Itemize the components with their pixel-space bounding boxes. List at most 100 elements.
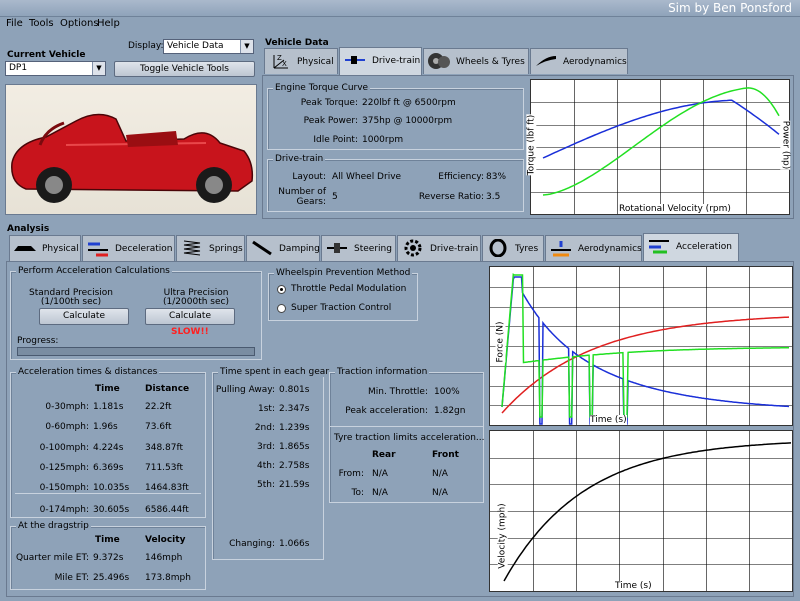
chevron-down-icon[interactable]: ▼ <box>92 62 105 75</box>
gear-icon <box>401 239 425 257</box>
changing-label: Changing: <box>229 539 275 549</box>
dragstrip-group: At the dragstrip Time Velocity Quarter m… <box>10 521 206 590</box>
mile-time: 25.496s <box>93 573 130 583</box>
peak-accel-label: Peak acceleration: <box>345 406 428 416</box>
force-graph-xlabel: Time (s) <box>590 415 627 425</box>
toggle-vehicle-tools-button[interactable]: Toggle Vehicle Tools <box>114 61 255 77</box>
min-throttle-label: Min. Throttle: <box>367 387 428 397</box>
vehicle-select[interactable]: DP1 ▼ <box>5 61 106 76</box>
drive-force-curve <box>501 276 790 425</box>
divider <box>330 426 483 427</box>
menu-tools[interactable]: Tools <box>29 18 54 29</box>
peak-power-label: Peak Power: <box>303 116 358 126</box>
an-tab-steering-label: Steering <box>354 244 392 254</box>
super-traction-radio[interactable] <box>277 304 286 313</box>
menu-options[interactable]: Options <box>60 18 99 29</box>
super-traction-label[interactable]: Super Traction Control <box>291 303 391 313</box>
tyre-from-label: From: <box>338 469 364 479</box>
torque-graph: Rotational Velocity (rpm) Torque (lbf ft… <box>526 79 791 215</box>
an-tab-aerodynamics[interactable]: Aerodynamics <box>545 235 642 261</box>
accel-times-title: Acceleration times & distances <box>16 367 160 377</box>
velocity-graph: Time (s) Velocity (mph) <box>489 430 793 592</box>
drag-header-velocity: Velocity <box>145 535 186 545</box>
an-tab-tyres[interactable]: Tyres <box>482 235 544 261</box>
traction-force-curve <box>501 273 789 418</box>
vd-tab-wheels[interactable]: Wheels & Tyres <box>423 48 529 74</box>
window-title: Sim by Ben Ponsford <box>668 1 792 15</box>
calculate-standard-button[interactable]: Calculate <box>39 308 129 325</box>
accel-row-distance: 348.87ft <box>145 443 184 453</box>
an-tab-springs[interactable]: Springs <box>176 235 245 261</box>
an-tab-acceleration[interactable]: Acceleration <box>643 233 739 261</box>
velocity-curve <box>503 442 792 582</box>
accel-row-time: 6.369s <box>93 463 124 473</box>
throttle-modulation-label[interactable]: Throttle Pedal Modulation <box>291 284 406 294</box>
progress-label: Progress: <box>17 336 59 346</box>
accel-header-distance: Distance <box>145 384 190 394</box>
quarter-mile-label: Quarter mile ET: <box>15 553 89 563</box>
an-tab-steering[interactable]: Steering <box>321 235 396 261</box>
torque-graph-ylabel-right: Power (hp) <box>780 120 791 170</box>
current-vehicle-label: Current Vehicle <box>7 50 86 60</box>
an-tab-drivetrain[interactable]: Drive-train <box>397 235 481 261</box>
efficiency-label: Efficiency: <box>438 172 484 182</box>
force-graph: Time (s) Force (N) <box>489 266 793 426</box>
gear-row-value: 21.59s <box>279 480 310 490</box>
gears-value: 5 <box>332 192 338 202</box>
dragstrip-title: At the dragstrip <box>16 521 91 531</box>
display-select[interactable]: Vehicle Data ▼ <box>163 39 254 54</box>
tyre-icon <box>427 52 451 70</box>
display-label: Display: <box>128 41 164 51</box>
slow-warning: SLOW!! <box>171 327 209 337</box>
damper-icon <box>250 239 274 257</box>
gears-label-1: Number of <box>278 187 326 197</box>
an-tab-physical[interactable]: Physical <box>9 235 81 261</box>
peak-torque-value: 220lbf ft @ 6500rpm <box>362 98 456 108</box>
traction-group: Traction information Min. Throttle: 100%… <box>329 367 485 503</box>
accel-row-time: 10.035s <box>93 483 130 493</box>
drag-force-curve <box>501 316 790 414</box>
gear-row-label: 1st: <box>258 404 275 414</box>
an-tab-deceleration[interactable]: Deceleration <box>82 235 175 261</box>
axes-icon: ZX <box>268 52 292 70</box>
vd-tab-drivetrain[interactable]: Drive-train <box>339 47 422 75</box>
accel-row-distance: 73.6ft <box>145 422 172 432</box>
menu-help[interactable]: Help <box>97 18 120 29</box>
accel-row-time: 1.181s <box>93 402 124 412</box>
analysis-heading: Analysis <box>7 224 50 234</box>
vd-tab-physical[interactable]: ZX Physical <box>264 48 338 74</box>
gear-row-label: 2nd: <box>254 423 275 433</box>
chevron-down-icon[interactable]: ▼ <box>240 40 253 53</box>
gear-row-value: 0.801s <box>279 385 310 395</box>
gear-row-label: Pulling Away: <box>215 385 275 395</box>
quarter-mile-time: 9.372s <box>93 553 124 563</box>
accel-row-label: 0-174mph: <box>39 505 89 515</box>
an-tab-deceleration-label: Deceleration <box>115 244 173 254</box>
an-tab-damping[interactable]: Damping <box>246 235 320 261</box>
peak-accel-value: 1.82gn <box>434 406 466 416</box>
torque-curve <box>542 99 780 159</box>
calc-group: Perform Acceleration Calculations Standa… <box>10 266 262 360</box>
tyre-header-front: Front <box>432 450 459 460</box>
tyre-from-rear: N/A <box>372 469 388 479</box>
tyre-from-front: N/A <box>432 469 448 479</box>
accel-times-group: Acceleration times & distances Time Dist… <box>10 367 206 518</box>
calculate-ultra-button[interactable]: Calculate <box>145 308 235 325</box>
ultra-precision-sub: (1/2000th sec) <box>163 297 229 307</box>
traction-title: Traction information <box>335 367 430 377</box>
velocity-graph-ylabel: Velocity (mph) <box>497 503 508 569</box>
car-silhouette-icon <box>13 239 37 257</box>
engine-torque-title: Engine Torque Curve <box>273 83 371 93</box>
drag-header-time: Time <box>95 535 120 545</box>
menu-file[interactable]: File <box>6 18 23 29</box>
accel-row-label: 0-30mph: <box>45 402 89 412</box>
throttle-modulation-radio[interactable] <box>277 285 286 294</box>
mile-velocity: 173.8mph <box>145 573 191 583</box>
progress-bar <box>17 347 255 356</box>
accel-row-time: 4.224s <box>93 443 124 453</box>
velocity-graph-grid <box>490 431 792 591</box>
vehicle-select-value: DP1 <box>9 63 28 73</box>
vd-tab-aerodynamics[interactable]: Aerodynamics <box>530 48 628 74</box>
tyre-header-rear: Rear <box>372 450 396 460</box>
accel-row-label: 0-150mph: <box>39 483 89 493</box>
